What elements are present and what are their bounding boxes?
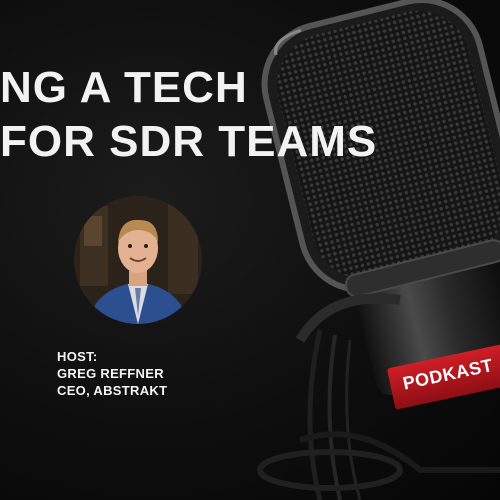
title-line-1: NG A TECH: [0, 63, 248, 112]
host-info: HOST: GREG REFFNER CEO, ABSTRAKT: [57, 348, 167, 399]
title-line-2: FOR SDR TEAMS: [0, 117, 378, 166]
podcast-cover: NG A TECH FOR SDR TEAMS HOST: GREG REFFN…: [0, 0, 500, 500]
host-name: GREG REFFNER: [57, 366, 164, 381]
host-avatar: [74, 196, 202, 324]
host-label: HOST:: [57, 349, 98, 364]
host-role: CEO, ABSTRAKT: [57, 383, 168, 398]
